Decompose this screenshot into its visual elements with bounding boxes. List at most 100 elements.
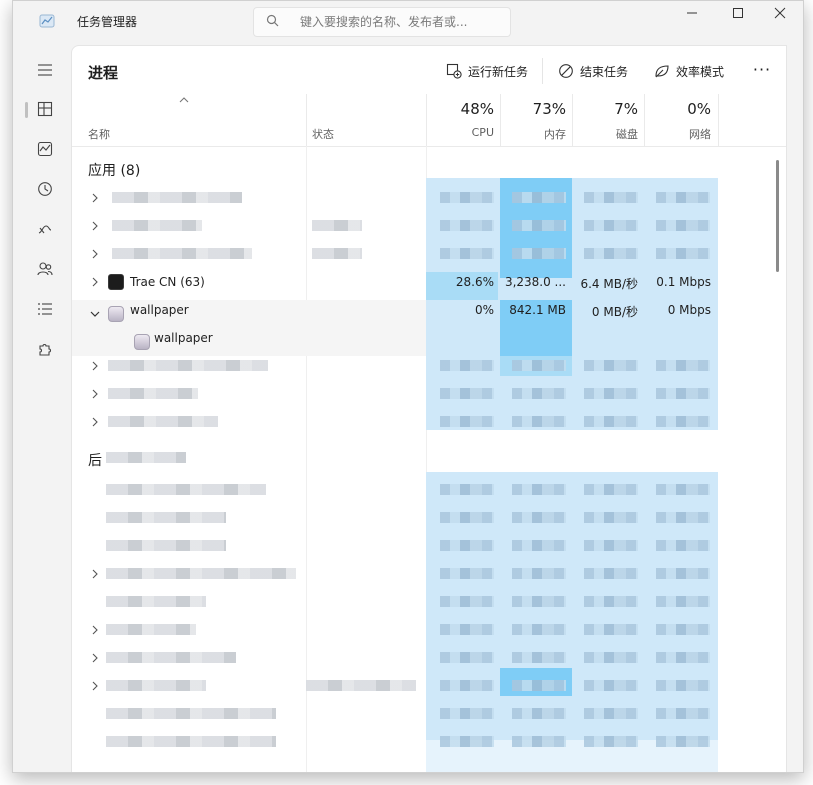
process-name: wallpaper [130,303,189,317]
chevron-right-icon[interactable] [90,361,100,371]
blurred-value [656,736,710,747]
blurred-value [512,568,566,579]
network-column-header[interactable]: 网络 [649,126,711,142]
process-network: 0 Mbps [667,303,711,317]
close-icon [774,7,786,19]
blurred-value [584,624,638,635]
blurred-value [584,416,638,427]
nav-app-history[interactable] [31,175,59,203]
process-disk: 6.4 MB/秒 [580,277,638,291]
blurred-value [440,192,494,203]
column-status-header[interactable]: 状态 [312,126,334,142]
blurred-value [584,568,638,579]
nav-details[interactable] [31,295,59,323]
wallpaper-app-icon [108,306,124,322]
close-button[interactable] [757,1,803,33]
column-header-row: 名称 状态 48% CPU 73% 内存 7% 磁盘 0% 网络 [72,94,786,147]
blurred-status [312,220,362,231]
blurred-process-name [106,484,266,495]
nav-startup-apps[interactable] [31,215,59,243]
nav-services[interactable] [31,335,59,363]
blurred-value [440,624,494,635]
startup-icon [38,225,52,234]
blurred-value [512,596,566,607]
efficiency-mode-button[interactable]: 效率模式 [654,56,724,86]
nav-active-indicator [25,102,28,118]
title-bar: 任务管理器 [13,1,803,45]
more-options-button[interactable]: ··· [748,56,776,86]
blurred-process-name [106,624,196,635]
performance-icon [37,141,53,157]
blurred-value [512,388,566,399]
memory-total-percent[interactable]: 73% [504,100,566,118]
vertical-scrollbar[interactable] [776,160,779,272]
chevron-right-icon[interactable] [90,249,100,259]
details-list-icon [38,303,52,315]
blurred-app-name [112,220,202,231]
blurred-value [512,540,566,551]
chevron-right-icon[interactable] [90,625,100,635]
history-icon [38,182,52,196]
blurred-value [440,248,494,259]
selected-row-highlight [72,328,426,356]
chevron-right-icon[interactable] [90,417,100,427]
blurred-value [512,360,566,371]
blurred-value [440,652,494,663]
search-input[interactable] [298,11,502,33]
blurred-process-name [106,512,226,523]
blurred-value [440,540,494,551]
memory-column-header[interactable]: 内存 [504,126,566,142]
blurred-app-name [108,360,268,371]
blurred-value [656,192,710,203]
run-new-task-button[interactable]: 运行新任务 [446,56,528,86]
blurred-value [656,540,710,551]
maximize-button[interactable] [715,1,761,33]
blurred-value [512,680,566,691]
blurred-process-name [106,708,276,719]
blurred-value [512,248,566,259]
blurred-value [440,708,494,719]
column-name-header[interactable]: 名称 [88,126,110,142]
blurred-value [584,652,638,663]
chevron-right-icon[interactable] [90,569,100,579]
nav-performance[interactable] [31,135,59,163]
disk-total-percent[interactable]: 7% [576,100,638,118]
cpu-column-header[interactable]: CPU [432,126,494,139]
end-task-label: 结束任务 [580,64,629,79]
end-task-button[interactable]: 结束任务 [558,56,628,86]
blurred-value [656,596,710,607]
network-total-percent[interactable]: 0% [649,100,711,118]
blurred-app-name [108,416,218,427]
users-icon [37,262,53,276]
nav-users[interactable] [31,255,59,283]
blurred-process-name [106,540,226,551]
chevron-right-icon[interactable] [90,681,100,691]
page-title: 进程 [88,64,119,82]
apps-section-title: 应用 (8) [88,163,141,179]
hamburger-menu-button[interactable] [31,56,59,84]
blurred-process-name [106,596,206,607]
efficiency-leaf-icon [655,65,669,78]
search-box[interactable] [253,7,511,37]
chevron-right-icon[interactable] [90,193,100,203]
minimize-button[interactable] [669,1,715,33]
efficiency-mode-label: 效率模式 [676,64,725,79]
blurred-value [440,360,494,371]
chevron-right-icon[interactable] [90,277,100,287]
blurred-status [312,248,362,259]
cpu-total-percent[interactable]: 48% [432,100,494,118]
blurred-value [440,680,494,691]
chevron-right-icon[interactable] [90,653,100,663]
chevron-right-icon[interactable] [90,221,100,231]
blurred-process-name [106,736,276,747]
disk-column-header[interactable]: 磁盘 [576,126,638,142]
blurred-value [512,736,566,747]
blurred-value [584,192,638,203]
task-manager-window: 任务管理器 键入要搜索的名称、发布者或... 进程 运行新任务 结束任务 效率模… [12,0,804,773]
blurred-value [512,512,566,523]
chevron-right-icon[interactable] [90,389,100,399]
chevron-down-icon[interactable] [90,309,100,319]
nav-processes[interactable] [31,95,59,123]
blurred-value [656,416,710,427]
process-list: 应用 (8) Trae CN (63) 28.6% 3,238.0 ... 6.… [72,146,786,772]
